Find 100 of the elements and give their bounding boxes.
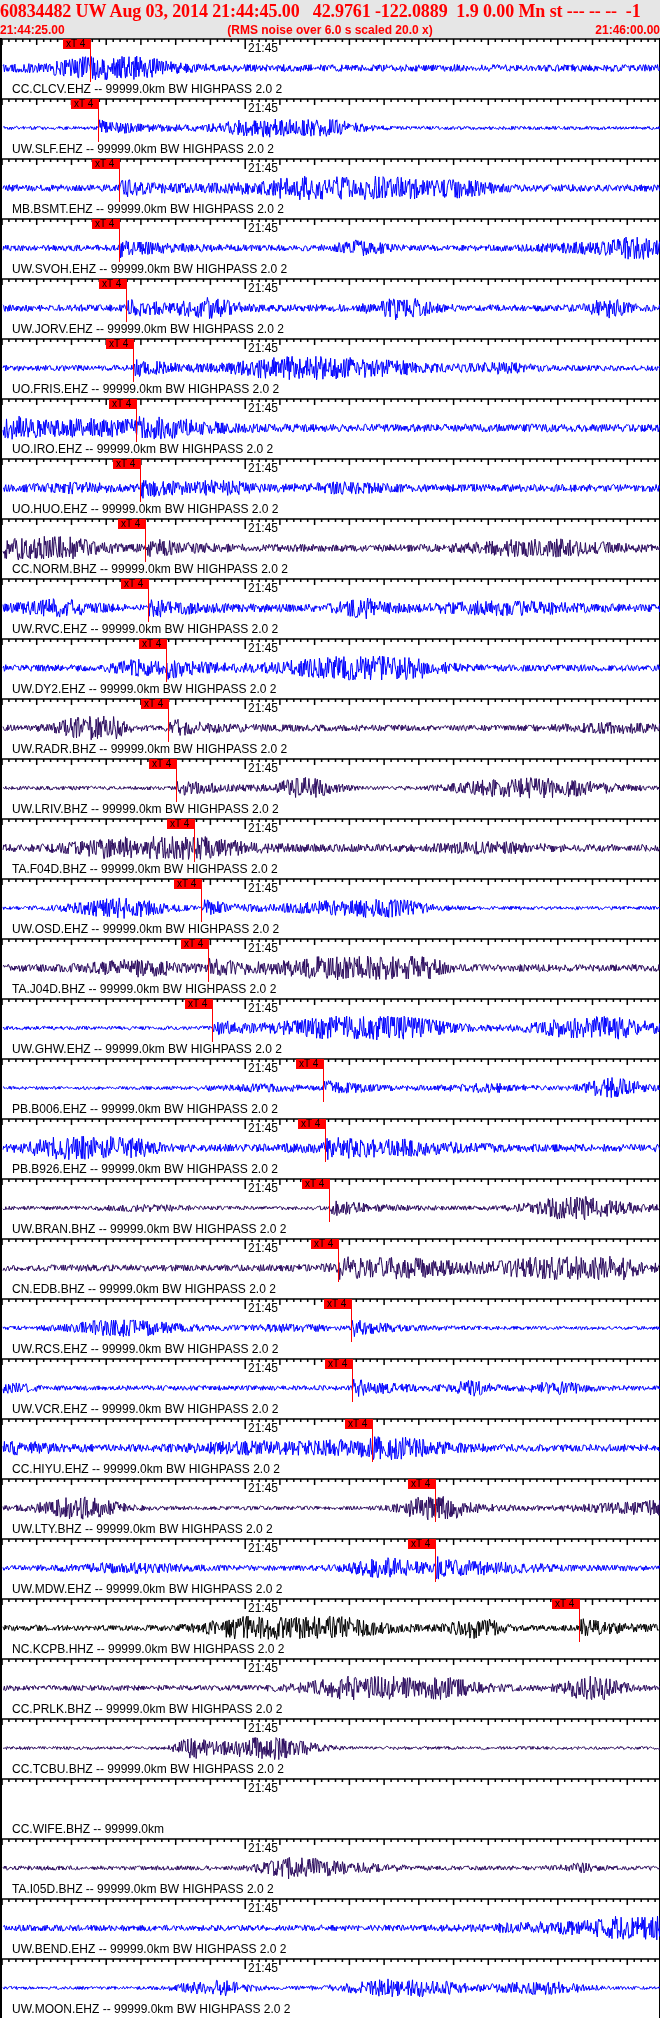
pick-flag: xT 4: [181, 939, 209, 949]
pick-flag: xT 4: [408, 1479, 436, 1489]
time-label: 21:45: [248, 1362, 279, 1375]
station-label: UO.FRIS.EHZ -- 99999.0km BW HIGHPASS 2.0 2: [12, 383, 280, 396]
time-label: 21:45: [248, 702, 279, 715]
pick-flag: xT 4: [185, 999, 213, 1009]
station-label: UW.VCR.EHZ -- 99999.0km BW HIGHPASS 2.0 2: [12, 1403, 279, 1416]
pick-line: [97, 109, 99, 142]
pick-line: [371, 1429, 373, 1462]
station-label: TA.F04D.BHZ -- 99999.0km BW HIGHPASS 2.0 2: [12, 863, 278, 876]
time-label: 21:45: [248, 762, 279, 775]
pick-flag: xT 4: [63, 39, 91, 49]
station-label: UW.BRAN.BHZ -- 99999.0km BW HIGHPASS 2.0 2: [12, 1223, 287, 1236]
time-label: 21:45: [248, 1302, 279, 1315]
pick-line: [211, 1009, 213, 1042]
station-label: TA.I05D.BHZ -- 99999.0km BW HIGHPASS 2.0 2: [12, 1883, 274, 1896]
pick-line: [200, 889, 202, 922]
pick-flag: xT 4: [408, 1539, 436, 1549]
time-label: 21:45: [248, 882, 279, 895]
pick-flag: xT 4: [113, 459, 141, 469]
event-title: 60834482 UW Aug 03, 2014 21:44:45.00 42.9761 -122.0889 1.9 0.00 Mn st --- -- -- -1: [0, 0, 642, 23]
time-label: 21:45: [248, 1482, 279, 1495]
pick-flag: xT 4: [302, 1179, 330, 1189]
pick-flag: xT 4: [141, 699, 169, 709]
time-label: 21:45: [248, 162, 279, 175]
station-label: UW.BEND.EHZ -- 99999.0km BW HIGHPASS 2.0 2: [12, 1943, 287, 1956]
station-label: UW.SLF.EHZ -- 99999.0km BW HIGHPASS 2.0 2: [12, 143, 274, 156]
pick-line: [322, 1069, 324, 1102]
station-label: UW.OSD.EHZ -- 99999.0km BW HIGHPASS 2.0 2: [12, 923, 280, 936]
time-label: 21:45: [248, 1062, 279, 1075]
station-label: UW.SVOH.EHZ -- 99999.0km BW HIGHPASS 2.0 2: [12, 263, 288, 276]
pick-flag: xT 4: [99, 279, 127, 289]
station-label: CC.TCBU.BHZ -- 99999.0km BW HIGHPASS 2.0 2: [12, 1763, 284, 1776]
station-label: UO.HUO.EHZ -- 99999.0km BW HIGHPASS 2.0 2: [12, 503, 279, 516]
pick-line: [434, 1489, 436, 1522]
station-label: UW.MOON.EHZ -- 99999.0km BW HIGHPASS 2.0 2: [12, 2003, 291, 2016]
time-label: 21:45: [248, 1242, 279, 1255]
pick-line: [132, 349, 134, 382]
station-label: UW.DY2.EHZ -- 99999.0km BW HIGHPASS 2.0 2: [12, 683, 277, 696]
pick-line: [434, 1549, 436, 1582]
time-label: 21:45: [248, 282, 279, 295]
station-label: UW.RCS.EHZ -- 99999.0km BW HIGHPASS 2.0 2: [12, 1343, 279, 1356]
time-label: 21:45: [248, 822, 279, 835]
pick-flag: xT 4: [92, 159, 120, 169]
time-label: 21:45: [248, 1962, 279, 1975]
time-label: 21:45: [248, 522, 279, 535]
station-label: PB.B006.EHZ -- 99999.0km BW HIGHPASS 2.0 2: [12, 1103, 278, 1116]
station-label: PB.B926.EHZ -- 99999.0km BW HIGHPASS 2.0 2: [12, 1163, 278, 1176]
pick-line: [125, 289, 127, 322]
pick-flag: xT 4: [325, 1359, 353, 1369]
station-label: UW.JORV.EHZ -- 99999.0km BW HIGHPASS 2.0 2: [12, 323, 284, 336]
time-label: 21:45: [248, 582, 279, 595]
station-label: UW.MDW.EHZ -- 99999.0km BW HIGHPASS 2.0 2: [12, 1583, 283, 1596]
station-label: UW.GHW.EHZ -- 99999.0km BW HIGHPASS 2.0 2: [12, 1043, 282, 1056]
station-label: MB.BSMT.EHZ -- 99999.0km BW HIGHPASS 2.0 2: [12, 203, 284, 216]
pick-line: [165, 649, 167, 682]
station-label: CC.WIFE.BHZ -- 99999.0km: [12, 1823, 165, 1836]
time-label: 21:45: [248, 1842, 279, 1855]
pick-flag: xT 4: [118, 519, 146, 529]
station-label: CN.EDB.BHZ -- 99999.0km BW HIGHPASS 2.0 2: [12, 1283, 276, 1296]
time-label: 21:45: [248, 102, 279, 115]
pick-line: [135, 409, 137, 442]
time-label: 21:45: [248, 1182, 279, 1195]
station-label: NC.KCPB.HHZ -- 99999.0km BW HIGHPASS 2.0 2: [12, 1643, 285, 1656]
time-label: 21:45: [248, 1542, 279, 1555]
pick-flag: xT 4: [174, 879, 202, 889]
station-label: CC.CLCV.EHZ -- 99999.0km BW HIGHPASS 2.0 2: [12, 83, 283, 96]
pick-line: [144, 529, 146, 562]
pick-line: [351, 1369, 353, 1402]
start-time: 21:44:25.00: [0, 23, 65, 37]
time-label: 21:45: [248, 1722, 279, 1735]
pick-line: [167, 709, 169, 742]
pick-flag: xT 4: [121, 579, 149, 589]
time-label: 21:45: [248, 42, 279, 55]
pick-flag: xT 4: [109, 399, 137, 409]
station-label: CC.PRLK.BHZ -- 99999.0km BW HIGHPASS 2.0 2: [12, 1703, 283, 1716]
station-label: CC.HIYU.EHZ -- 99999.0km BW HIGHPASS 2.0 2: [12, 1463, 280, 1476]
time-label: 21:45: [248, 1902, 279, 1915]
pick-flag: xT 4: [311, 1239, 339, 1249]
pick-line: [118, 229, 120, 262]
station-label: UO.IRO.EHZ -- 99999.0km BW HIGHPASS 2.0 2: [12, 443, 274, 456]
pick-line: [147, 589, 149, 622]
pick-flag: xT 4: [106, 339, 134, 349]
end-time: 21:46:00.00: [595, 23, 660, 37]
time-label: 21:45: [248, 1782, 279, 1795]
pick-line: [337, 1249, 339, 1282]
pick-flag: xT 4: [552, 1599, 580, 1609]
time-label: 21:45: [248, 222, 279, 235]
pick-flag: xT 4: [71, 99, 99, 109]
pick-line: [139, 469, 141, 502]
station-label: UW.RADR.BHZ -- 99999.0km BW HIGHPASS 2.0 2: [12, 743, 288, 756]
time-label: 21:45: [248, 1002, 279, 1015]
station-label: UW.LTY.BHZ -- 99999.0km BW HIGHPASS 2.0 2: [12, 1523, 273, 1536]
pick-line: [193, 829, 195, 862]
time-label: 21:45: [248, 1662, 279, 1675]
pick-line: [175, 769, 177, 802]
station-label: CC.NORM.BHZ -- 99999.0km BW HIGHPASS 2.0 2: [12, 563, 288, 576]
pick-line: [324, 1129, 326, 1162]
time-label: 21:45: [248, 402, 279, 415]
time-label: 21:45: [248, 642, 279, 655]
